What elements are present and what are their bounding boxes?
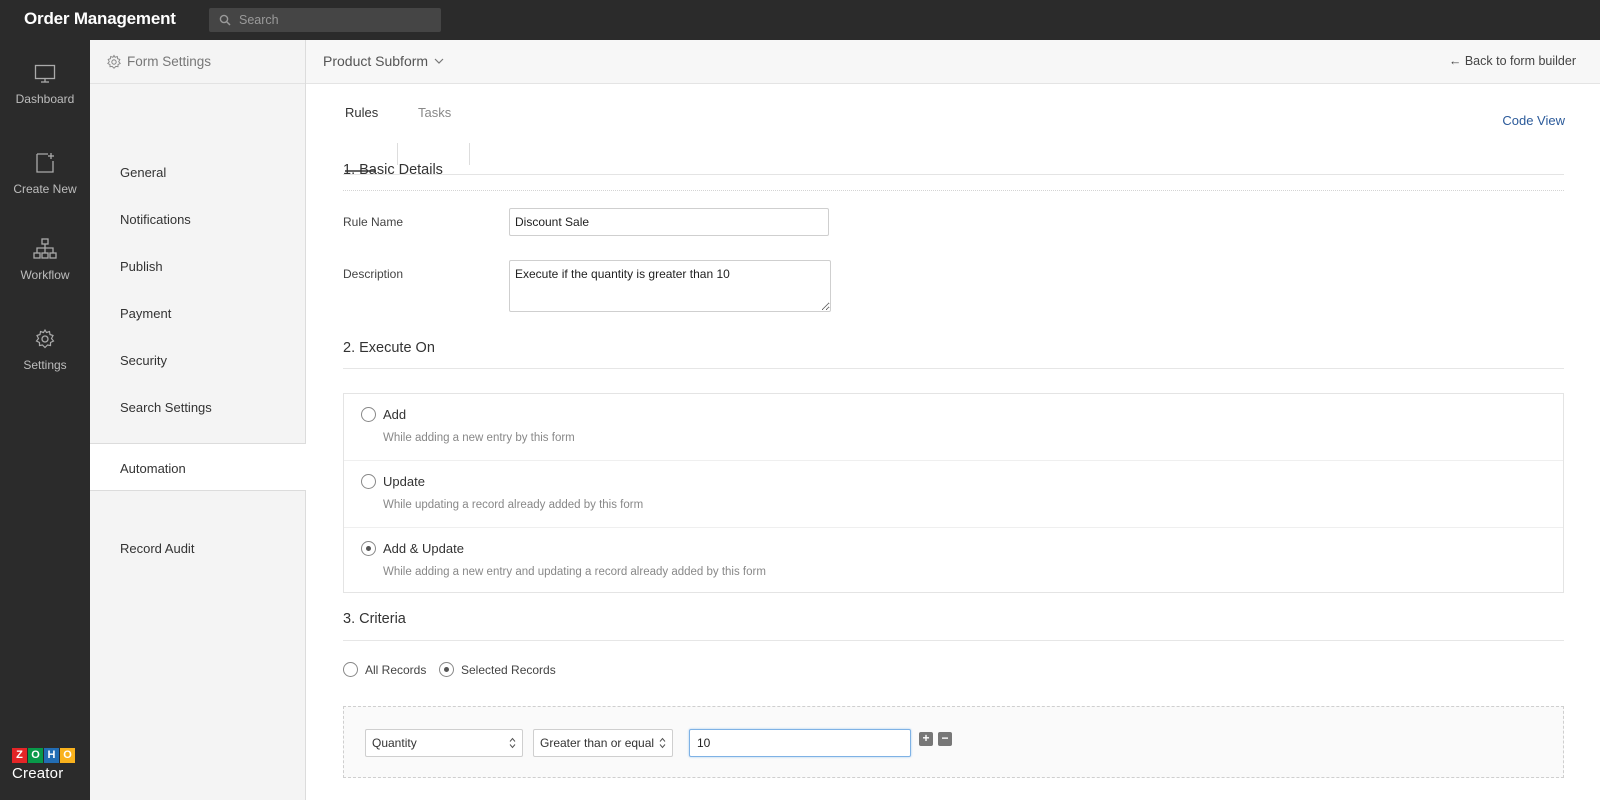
- search-box[interactable]: Search: [209, 8, 441, 32]
- all-records-label[interactable]: All Records: [365, 663, 426, 677]
- operator-select-value: Greater than or equal: [540, 736, 655, 750]
- section-title-criteria: 3. Criteria: [343, 611, 406, 627]
- select-arrows-icon: [509, 737, 516, 749]
- nav-item-notifications[interactable]: Notifications: [90, 201, 306, 238]
- chevron-down-icon[interactable]: [434, 58, 444, 64]
- execute-on-options: Add While adding a new entry by this for…: [343, 393, 1564, 593]
- radio-add[interactable]: [361, 407, 376, 422]
- section-divider: [343, 190, 1564, 191]
- zoho-creator-logo: Z O H O Creator: [12, 748, 82, 792]
- rail-label-dashboard: Dashboard: [15, 92, 75, 106]
- main-panel: Product Subform ← Back to form builder R…: [306, 40, 1600, 800]
- nav-item-publish[interactable]: Publish: [90, 248, 306, 285]
- rail-label-workflow: Workflow: [20, 268, 70, 282]
- rail-item-settings[interactable]: Settings: [0, 328, 90, 400]
- operator-select[interactable]: Greater than or equal: [533, 729, 673, 757]
- workflow-icon: [33, 238, 57, 259]
- criteria-value-input[interactable]: [689, 729, 911, 757]
- description-label: Description: [343, 267, 404, 281]
- rule-name-input[interactable]: [509, 208, 829, 236]
- top-bar: Order Management Search: [0, 0, 1600, 40]
- rail-label-settings: Settings: [23, 358, 67, 372]
- option-description: While adding a new entry by this form: [383, 432, 575, 444]
- option-label: Update: [383, 474, 425, 489]
- monitor-icon: [34, 64, 56, 83]
- subform-title[interactable]: Product Subform: [323, 53, 428, 69]
- radio-all-records[interactable]: [343, 662, 358, 677]
- execute-option-update[interactable]: Update While updating a record already a…: [344, 460, 1563, 527]
- nav-item-search-settings[interactable]: Search Settings: [90, 389, 306, 426]
- nav-item-security[interactable]: Security: [90, 342, 306, 379]
- option-label: Add: [383, 407, 407, 422]
- field-select-value: Quantity: [372, 736, 417, 750]
- code-view-link[interactable]: Code View: [1502, 113, 1565, 128]
- option-label: Add & Update: [383, 541, 464, 556]
- remove-condition-button[interactable]: −: [938, 732, 952, 746]
- radio-add-update[interactable]: [361, 541, 376, 556]
- search-icon: [219, 14, 231, 26]
- rail-item-workflow[interactable]: Workflow: [0, 238, 90, 310]
- rail-item-create-new[interactable]: Create New: [0, 152, 90, 224]
- execute-option-add-update[interactable]: Add & Update While adding a new entry an…: [344, 527, 1563, 594]
- field-select[interactable]: Quantity: [365, 729, 523, 757]
- execute-option-add[interactable]: Add While adding a new entry by this for…: [344, 394, 1563, 461]
- tab-tasks[interactable]: Tasks: [418, 105, 451, 130]
- create-new-icon: [36, 153, 54, 173]
- logo-product-name: Creator: [12, 765, 64, 782]
- search-placeholder[interactable]: Search: [239, 13, 279, 27]
- section-divider: [343, 640, 1564, 641]
- radio-selected-records[interactable]: [439, 662, 454, 677]
- left-rail: Dashboard Create New Workflow Settings Z…: [0, 40, 90, 800]
- option-description: While adding a new entry and updating a …: [383, 566, 766, 578]
- nav-item-automation[interactable]: Automation: [90, 443, 307, 491]
- tabs-divider: [343, 174, 1564, 175]
- app-title: Order Management: [24, 9, 176, 28]
- section-title-execute-on: 2. Execute On: [343, 340, 435, 356]
- section-title-basic-details: 1. Basic Details: [343, 162, 443, 178]
- tab-rules[interactable]: Rules: [345, 105, 378, 130]
- description-textarea[interactable]: Execute if the quantity is greater than …: [509, 260, 831, 312]
- settings-gear-icon: [107, 54, 121, 69]
- rail-item-dashboard[interactable]: Dashboard: [0, 64, 90, 136]
- nav-item-payment[interactable]: Payment: [90, 295, 306, 332]
- nav-item-record-audit[interactable]: Record Audit: [90, 530, 306, 567]
- gear-icon: [35, 328, 55, 349]
- rail-label-create-new: Create New: [13, 182, 77, 196]
- add-condition-button[interactable]: +: [919, 732, 933, 746]
- section-divider: [343, 368, 1564, 369]
- form-settings-title: Form Settings: [127, 54, 212, 69]
- nav-item-general[interactable]: General: [90, 154, 306, 191]
- form-settings-header: Form Settings: [90, 40, 305, 84]
- form-settings-nav: Form Settings General Notifications Publ…: [90, 40, 307, 800]
- criteria-builder: Quantity Greater than or equal + −: [343, 706, 1564, 778]
- radio-update[interactable]: [361, 474, 376, 489]
- option-description: While updating a record already added by…: [383, 499, 644, 511]
- rule-name-label: Rule Name: [343, 215, 404, 229]
- back-to-form-builder-link[interactable]: ← Back to form builder: [1449, 54, 1576, 68]
- selected-records-label[interactable]: Selected Records: [461, 663, 556, 677]
- subform-header: Product Subform ← Back to form builder: [306, 40, 1600, 84]
- tab-divider: [469, 143, 470, 165]
- select-arrows-icon: [659, 737, 666, 749]
